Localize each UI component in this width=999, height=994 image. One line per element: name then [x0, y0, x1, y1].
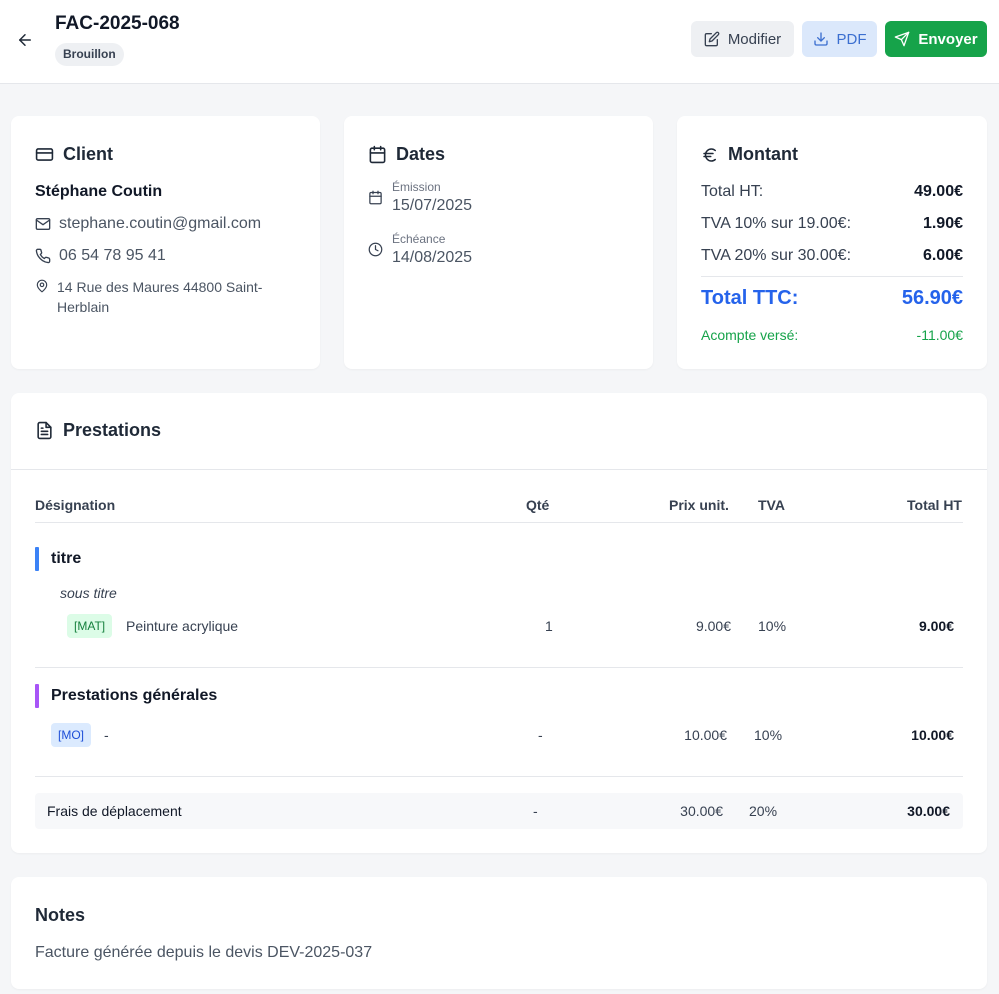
item-total: 9.00€: [918, 618, 954, 634]
credit-card-icon: [35, 145, 54, 164]
client-card: Client Stéphane Coutin stephane.coutin@g…: [11, 116, 320, 369]
paper-plane-icon: [894, 31, 910, 47]
calendar-icon: [368, 145, 387, 164]
item-unit-price: 10.00€: [684, 727, 727, 743]
client-name: Stéphane Coutin: [35, 183, 163, 200]
edit-button[interactable]: Modifier: [691, 21, 794, 57]
tva10-value: 1.90€: [922, 215, 963, 232]
issue-date-label: Émission: [392, 180, 441, 194]
item-label: -: [104, 727, 109, 743]
section-subtitle: sous titre: [60, 585, 117, 601]
total-ht-label: Total HT:: [701, 183, 764, 200]
client-email[interactable]: stephane.coutin@gmail.com: [59, 215, 261, 233]
tva20-label: TVA 20% sur 30.00€:: [701, 247, 852, 264]
due-date: 14/08/2025: [392, 249, 473, 266]
deposit-label: Acompte versé:: [701, 327, 799, 343]
send-button[interactable]: Envoyer: [885, 21, 987, 57]
edit-button-label: Modifier: [727, 30, 782, 48]
client-email-row: stephane.coutin@gmail.com: [35, 215, 261, 233]
invoice-number: FAC-2025-068: [55, 13, 180, 34]
col-qty: Qté: [526, 497, 550, 513]
issue-date: 15/07/2025: [392, 197, 473, 214]
pdf-button[interactable]: PDF: [802, 21, 877, 57]
total-ttc-value: 56.90€: [901, 287, 963, 309]
section-accent-bar: [35, 547, 39, 571]
pdf-button-label: PDF: [836, 30, 867, 48]
calendar-small-icon: [368, 190, 383, 205]
section-divider: [35, 667, 963, 668]
total-ht-value: 49.00€: [914, 183, 963, 200]
travel-qty: -: [533, 803, 538, 819]
tva20-value: 6.00€: [922, 247, 963, 264]
travel-unit-price: 30.00€: [680, 803, 723, 819]
dates-heading: Dates: [396, 144, 446, 164]
section-title: Prestations générales: [51, 687, 218, 704]
clock-icon: [368, 242, 383, 257]
section-accent-bar: [35, 684, 39, 708]
section-title: titre: [51, 550, 82, 567]
travel-tva: 20%: [749, 803, 778, 819]
col-designation: Désignation: [35, 497, 116, 513]
download-icon: [813, 31, 829, 47]
amount-heading: Montant: [728, 144, 798, 164]
client-card-header: Client: [35, 144, 113, 165]
section-divider: [35, 776, 963, 777]
dates-card-header: Dates: [368, 144, 445, 165]
item-qty: 1: [545, 618, 553, 634]
amount-card-header: Montant: [701, 144, 798, 165]
dates-card: Dates Émission 15/07/2025 Échéance 14/08…: [344, 116, 653, 369]
item-qty: -: [538, 727, 543, 743]
map-pin-icon: [35, 279, 49, 293]
client-heading: Client: [63, 144, 114, 164]
client-address-row: 14 Rue des Maures 44800 Saint-Herblain: [35, 277, 295, 317]
amount-card: Montant Total HT: 49.00€ TVA 10% sur 19.…: [677, 116, 987, 369]
client-address: 14 Rue des Maures 44800 Saint-Herblain: [57, 279, 263, 315]
amount-divider: [701, 276, 963, 277]
services-card-header: Prestations: [35, 420, 161, 441]
pencil-square-icon: [704, 31, 720, 47]
top-bar: FAC-2025-068 Brouillon Modifier PDF Envo…: [0, 0, 999, 84]
document-icon: [35, 421, 54, 440]
deposit-value: -11.00€: [916, 327, 963, 343]
phone-icon: [35, 248, 51, 264]
notes-text: Facture générée depuis le devis DEV-2025…: [35, 944, 373, 961]
table-header-divider: [35, 522, 963, 523]
send-button-label: Envoyer: [918, 30, 978, 48]
item-tva: 10%: [758, 618, 787, 634]
due-date-label: Échéance: [392, 232, 446, 246]
notes-card: Notes Facture générée depuis le devis DE…: [11, 877, 987, 989]
travel-label: Frais de déplacement: [47, 803, 182, 819]
client-phone[interactable]: 06 54 78 95 41: [59, 247, 166, 265]
item-label: Peinture acrylique: [126, 618, 239, 634]
client-phone-row: 06 54 78 95 41: [35, 247, 166, 265]
col-unit-price: Prix unit.: [669, 497, 729, 513]
tva10-label: TVA 10% sur 19.00€:: [701, 215, 852, 232]
arrow-left-icon: [16, 31, 34, 49]
issue-date-block: Émission 15/07/2025: [368, 180, 472, 215]
total-ttc-label: Total TTC:: [701, 287, 799, 309]
due-date-block: Échéance 14/08/2025: [368, 232, 472, 267]
table-row[interactable]: [MO] - - 10.00€ 10% 10.00€: [35, 722, 963, 748]
type-tag: [MAT]: [67, 614, 113, 638]
services-header-divider: [11, 469, 987, 470]
euro-icon: [701, 146, 719, 164]
col-total-ht: Total HT: [907, 497, 962, 513]
travel-total: 30.00€: [907, 803, 950, 819]
services-heading: Prestations: [63, 420, 162, 440]
col-tva: TVA: [758, 497, 785, 513]
item-tva: 10%: [754, 727, 783, 743]
type-tag: [MO]: [51, 723, 91, 747]
item-unit-price: 9.00€: [695, 618, 731, 634]
item-total: 10.00€: [911, 727, 954, 743]
travel-fee-row[interactable]: Frais de déplacement - 30.00€ 20% 30.00€: [35, 793, 963, 829]
back-button[interactable]: [12, 28, 38, 52]
notes-heading: Notes: [35, 905, 86, 925]
mail-icon: [35, 216, 51, 232]
table-row[interactable]: [MAT] Peinture acrylique 1 9.00€ 10% 9.0…: [35, 613, 963, 639]
status-badge: Brouillon: [55, 43, 124, 66]
